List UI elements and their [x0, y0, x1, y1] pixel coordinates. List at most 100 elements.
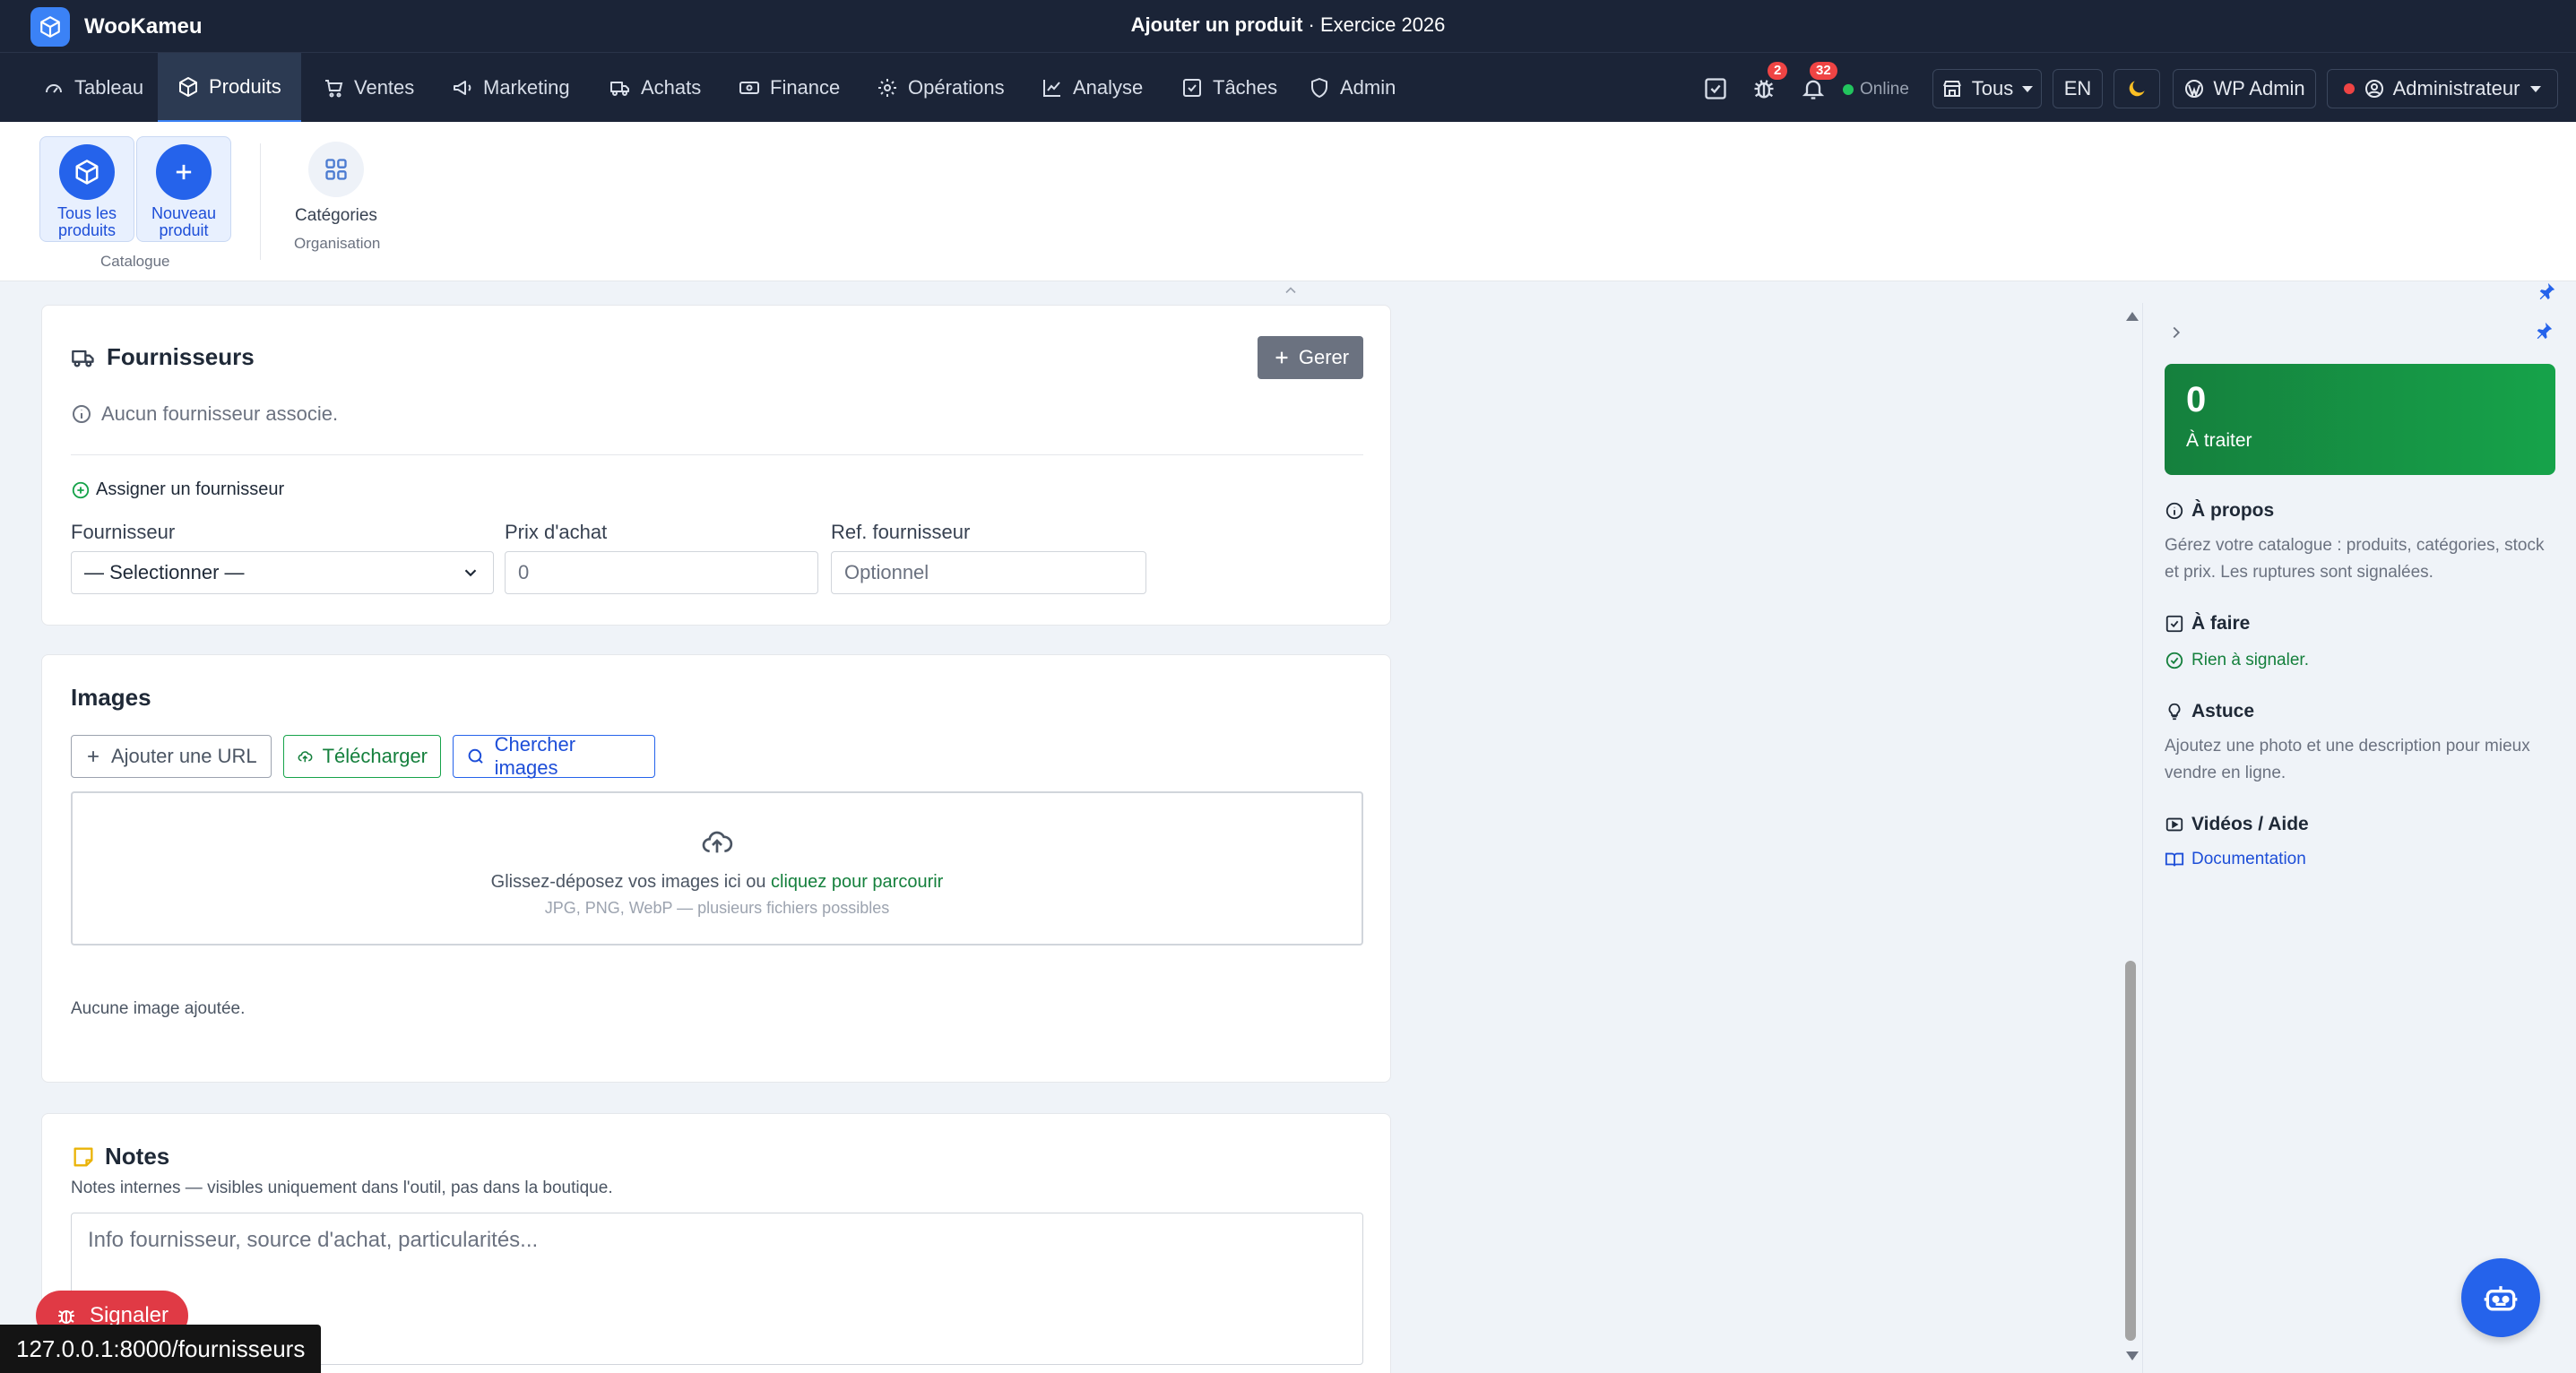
tip-title: Astuce: [2191, 701, 2255, 721]
assign-supplier-text: Assigner un fournisseur: [96, 479, 285, 499]
nav-item-produits[interactable]: Produits: [158, 53, 301, 123]
user-menu[interactable]: Administrateur: [2327, 69, 2558, 108]
chart-line-icon: [1043, 80, 1060, 97]
price-field-label: Prix d'achat: [505, 521, 608, 543]
wp-admin-label: WP Admin: [2213, 77, 2305, 99]
pin-panel-button[interactable]: [2534, 321, 2554, 341]
suppliers-card: Fournisseurs Gerer Aucun fournisseur ass…: [41, 305, 1391, 626]
plus-icon: [88, 751, 99, 762]
nav-label: Achats: [641, 76, 702, 99]
language-button[interactable]: EN: [2053, 69, 2103, 108]
upload-button[interactable]: Télécharger: [283, 735, 441, 778]
documentation-link[interactable]: Documentation: [2165, 850, 2306, 869]
purchase-price-input[interactable]: 0: [505, 551, 818, 594]
categories-label: Catégories: [295, 206, 377, 225]
pin-ribbon-button[interactable]: [2537, 281, 2556, 301]
check-circle-icon: [2165, 652, 2183, 669]
nav-item-taches[interactable]: Tâches: [1162, 53, 1297, 123]
scrollbar-thumb[interactable]: [2125, 961, 2136, 1341]
main-scrollbar[interactable]: [2121, 303, 2140, 1373]
bug-icon: [57, 1310, 74, 1324]
banknote-icon: [739, 82, 759, 94]
browse-link[interactable]: cliquez pour parcourir: [771, 872, 943, 892]
manage-label: Gerer: [1298, 346, 1350, 368]
nav-item-marketing[interactable]: Marketing: [432, 53, 590, 123]
nav-item-operations[interactable]: Opérations: [857, 53, 1024, 123]
nav-item-ventes[interactable]: Ventes: [303, 53, 434, 123]
collapse-ribbon-button[interactable]: [1282, 281, 1300, 299]
ribbon-divider: [260, 143, 261, 260]
nav-label: Marketing: [483, 76, 570, 99]
image-dropzone[interactable]: Glissez-déposez vos images ici ou clique…: [71, 791, 1363, 946]
new-product-button[interactable]: Nouveau produit: [136, 136, 231, 242]
assistant-chat-button[interactable]: [2461, 1258, 2540, 1337]
cloud-upload-icon: [702, 831, 733, 853]
nav-item-tableau[interactable]: Tableau: [23, 53, 163, 123]
check-square-icon: [1183, 79, 1201, 97]
gear-icon: [878, 79, 896, 97]
all-products-button[interactable]: Tous les produits: [39, 136, 134, 242]
videos-heading: Vidéos / Aide: [2165, 814, 2309, 835]
images-title: Images: [71, 684, 151, 711]
chevron-right-icon: [2173, 326, 2181, 339]
ribbon-toolbar: Tous les produits Nouveau produit Catalo…: [0, 122, 2576, 281]
scroll-down-arrow[interactable]: [2126, 1351, 2139, 1360]
tasks-check-button[interactable]: [1703, 76, 1728, 101]
title-bar: WooKameu Ajouter un produit · Exercice 2…: [0, 0, 2576, 52]
search-images-button[interactable]: Chercher images: [453, 733, 655, 779]
tip-text: Ajoutez une photo et une description pou…: [2165, 737, 2530, 782]
user-circle-icon: [2364, 80, 2383, 98]
truck-icon: [610, 82, 629, 96]
box-icon: [75, 160, 99, 185]
store-select-value: Tous: [1971, 77, 2014, 99]
pending-label: À traiter: [2186, 430, 2252, 451]
images-card: Images Ajouter une URL Télécharger Cherc…: [41, 654, 1391, 1083]
page-title: Ajouter un produit · Exercice 2026: [0, 13, 2576, 37]
nav-item-admin[interactable]: Admin: [1289, 53, 1415, 123]
dark-mode-toggle[interactable]: [2114, 69, 2160, 108]
collapse-panel-button[interactable]: [2166, 323, 2186, 342]
assign-supplier-link[interactable]: Assigner un fournisseur: [71, 479, 284, 500]
check-square-icon: [2165, 615, 2183, 633]
caret-down-icon: [2530, 85, 2542, 92]
search-icon: [468, 748, 483, 764]
nav-item-analyse[interactable]: Analyse: [1022, 53, 1163, 123]
pin-icon: [2537, 322, 2553, 340]
book-icon: [2165, 852, 2184, 867]
nav-label: Produits: [209, 74, 281, 98]
categories-button[interactable]: Catégories: [287, 142, 385, 226]
todo-text: Rien à signaler.: [2191, 651, 2309, 669]
pending-count-card[interactable]: 0 À traiter: [2165, 364, 2555, 475]
store-select[interactable]: Tous: [1932, 69, 2042, 108]
supplier-ref-input[interactable]: Optionnel: [831, 551, 1146, 594]
plus-icon: [1275, 351, 1288, 364]
dropzone-text: Glissez-déposez vos images ici ou clique…: [73, 872, 1361, 893]
purchase-price-value: 0: [518, 561, 530, 583]
supplier-select[interactable]: — Selectionner —: [71, 551, 494, 594]
todo-title: À faire: [2191, 613, 2251, 634]
plus-circle-icon: [72, 481, 90, 498]
notes-title: Notes: [71, 1143, 169, 1170]
chevron-up-icon: [1285, 287, 1296, 294]
wp-admin-button[interactable]: WP Admin: [2173, 69, 2316, 108]
nav-item-achats[interactable]: Achats: [590, 53, 721, 123]
todo-heading: À faire: [2165, 613, 2250, 635]
shield-icon: [1311, 78, 1327, 98]
about-title: À propos: [2191, 500, 2275, 521]
nav-item-finance[interactable]: Finance: [719, 53, 860, 123]
add-url-button[interactable]: Ajouter une URL: [71, 735, 272, 778]
sticky-note-icon: [73, 1147, 93, 1166]
supplier-select-value: — Selectionner —: [84, 561, 245, 583]
help-side-panel: 0 À traiter À propos Gérez votre catalog…: [2142, 303, 2576, 1373]
bell-icon: [1802, 80, 1825, 99]
about-text: Gérez votre catalogue : produits, catégo…: [2165, 536, 2545, 582]
bug-report-button[interactable]: 2: [1751, 62, 1788, 101]
manage-suppliers-button[interactable]: Gerer: [1258, 336, 1363, 379]
nav-label: Tâches: [1213, 76, 1278, 99]
user-name: Administrateur: [2392, 77, 2520, 99]
notifications-button[interactable]: 32: [1801, 62, 1837, 101]
no-supplier-text: Aucun fournisseur associe.: [101, 402, 339, 425]
divider: [71, 454, 1363, 455]
scroll-up-arrow[interactable]: [2126, 312, 2139, 321]
suppliers-title-text: Fournisseurs: [107, 343, 255, 370]
